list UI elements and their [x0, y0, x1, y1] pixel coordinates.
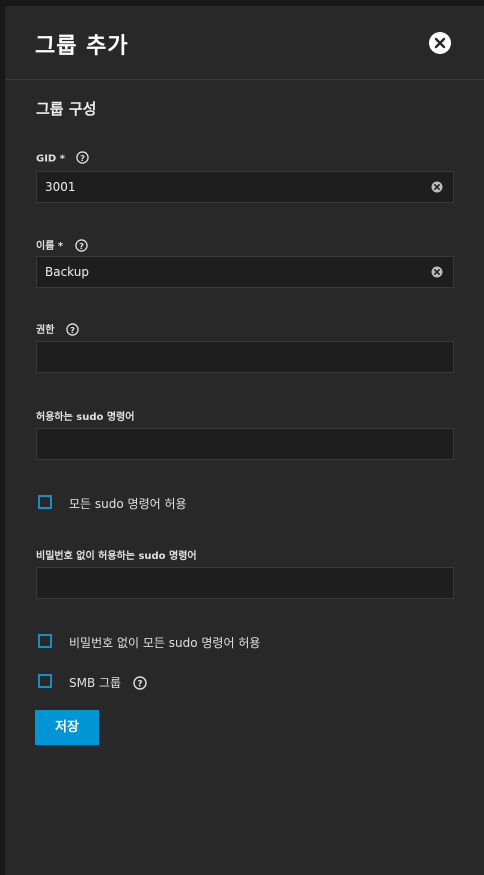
help-icon[interactable]: ? [133, 675, 147, 690]
gid-label: GID * ? [36, 151, 90, 165]
sudo-nopasswd-label: 비밀번호 없이 허용하는 sudo 명령어 [36, 551, 197, 562]
privileges-label-text: 권한 [36, 325, 55, 336]
name-value: Backup [45, 265, 89, 279]
smb-group-checkbox[interactable] [38, 674, 52, 688]
dialog-header: 그룹 추가 [5, 6, 484, 80]
dialog-title: 그룹 추가 [35, 34, 129, 59]
gid-input[interactable]: 3001 [36, 171, 454, 203]
gid-value: 3001 [45, 180, 76, 194]
add-group-dialog: 그룹 추가 그룹 구성 GID * ? 3001 이름 * ? Backup 권… [5, 6, 484, 875]
allow-all-sudo-label[interactable]: 모든 sudo 명령어 허용 [69, 495, 187, 512]
sudo-commands-label: 허용하는 sudo 명령어 [36, 412, 135, 423]
allow-all-sudo-nopasswd-label[interactable]: 비밀번호 없이 모든 sudo 명령어 허용 [69, 634, 260, 651]
name-label: 이름 * ? [36, 237, 88, 253]
smb-group-label[interactable]: SMB 그룹 ? [69, 674, 147, 691]
gid-label-text: GID * [36, 153, 65, 165]
sudo-nopasswd-input[interactable] [36, 567, 454, 599]
help-icon[interactable]: ? [74, 238, 88, 252]
svg-text:?: ? [81, 153, 86, 163]
privileges-label: 권한 ? [36, 321, 79, 337]
sudo-commands-input[interactable] [36, 428, 454, 460]
svg-text:?: ? [70, 324, 75, 334]
help-icon[interactable]: ? [66, 322, 79, 336]
name-label-text: 이름 * [36, 241, 64, 252]
name-input[interactable]: Backup [36, 256, 454, 288]
svg-text:?: ? [79, 240, 84, 250]
smb-group-label-text[interactable]: SMB 그룹 [69, 676, 121, 690]
allow-all-sudo-checkbox[interactable] [38, 495, 52, 509]
svg-text:?: ? [137, 679, 142, 689]
help-icon[interactable]: ? [76, 151, 90, 164]
clear-icon[interactable] [431, 181, 443, 193]
save-button[interactable]: 저장 [35, 710, 99, 745]
close-icon[interactable] [429, 32, 451, 54]
allow-all-sudo-nopasswd-checkbox[interactable] [38, 634, 52, 648]
clear-icon[interactable] [431, 266, 443, 278]
section-title: 그룹 구성 [36, 100, 97, 118]
privileges-input[interactable] [36, 341, 454, 373]
